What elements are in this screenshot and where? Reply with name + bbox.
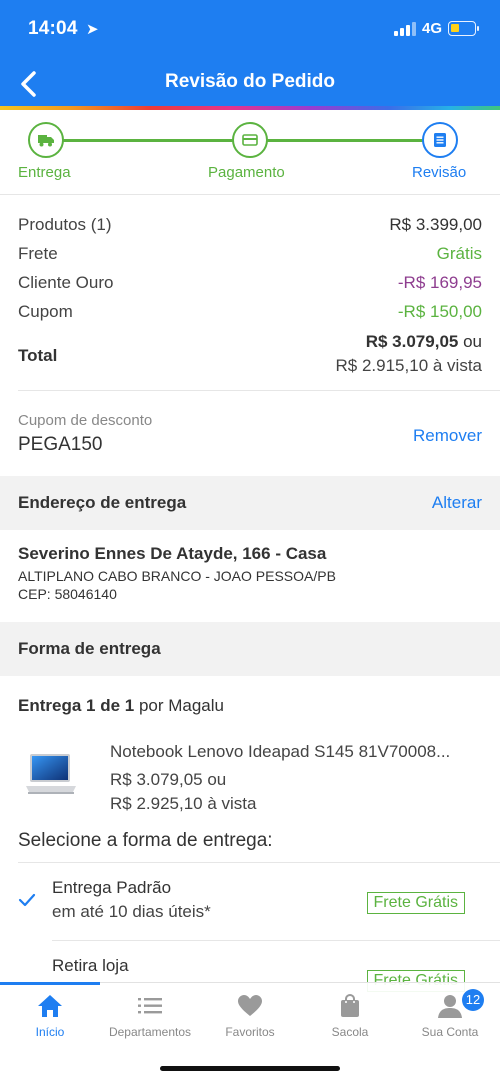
delivery-count: Entrega 1 de 1 por Magalu bbox=[18, 696, 224, 716]
summary-row-products: Produtos (1) R$ 3.399,00 bbox=[18, 212, 482, 241]
step-entrega[interactable] bbox=[28, 122, 64, 158]
tab-inicio[interactable]: Início bbox=[0, 983, 100, 1045]
delivery-address: Severino Ennes De Atayde, 166 - Casa ALT… bbox=[18, 544, 488, 602]
shipping-section-header: Forma de entrega bbox=[0, 622, 500, 676]
coupon-block: Cupom de desconto PEGA150 Remover bbox=[18, 406, 482, 466]
card-icon bbox=[242, 134, 258, 146]
home-indicator bbox=[160, 1066, 340, 1071]
nav-bar: Revisão do Pedido bbox=[0, 62, 500, 106]
page-title: Revisão do Pedido bbox=[165, 71, 335, 92]
address-district: ALTIPLANO CABO BRANCO - JOAO PESSOA/PB bbox=[18, 568, 336, 584]
tab-label: Departamentos bbox=[108, 1025, 192, 1039]
products-label: Produtos (1) bbox=[18, 215, 112, 234]
summary-row-gold: Cliente Ouro -R$ 169,95 bbox=[18, 270, 482, 299]
home-icon bbox=[38, 995, 62, 1017]
step-label-entrega: Entrega bbox=[18, 164, 71, 181]
coupon-code: PEGA150 bbox=[18, 434, 103, 455]
step-revisao[interactable] bbox=[422, 122, 458, 158]
step-label-pagamento: Pagamento bbox=[208, 164, 285, 181]
coupon-label: Cupom bbox=[18, 302, 73, 321]
product-name: Notebook Lenovo Ideapad S145 81V70008... bbox=[110, 742, 451, 761]
status-bar: 14:04 ➤ 4G bbox=[0, 0, 500, 58]
tab-label: Sua Conta bbox=[421, 1025, 479, 1039]
truck-icon bbox=[38, 135, 54, 147]
option-title: Entrega Padrão bbox=[52, 878, 172, 897]
check-icon bbox=[18, 893, 36, 907]
shipping-section-title: Forma de entrega bbox=[18, 639, 161, 658]
step-label-revisao: Revisão bbox=[412, 164, 467, 181]
shipping-value: Grátis bbox=[436, 244, 482, 263]
menu-icon bbox=[138, 998, 162, 1014]
signal-icon bbox=[394, 22, 416, 36]
total-or: ou bbox=[458, 332, 482, 351]
divider bbox=[18, 390, 500, 391]
app-header: 14:04 ➤ 4G Revisão do Pedido bbox=[0, 0, 500, 108]
tab-label: Início bbox=[35, 1025, 65, 1039]
tab-sua-conta[interactable]: 12 Sua Conta bbox=[400, 983, 500, 1045]
total-value: R$ 3.079,05 ou bbox=[366, 332, 482, 352]
status-time: 14:04 bbox=[28, 18, 78, 39]
product-item[interactable]: Notebook Lenovo Ideapad S145 81V70008...… bbox=[0, 736, 500, 826]
tab-label: Sacola bbox=[331, 1025, 369, 1039]
delivery-count-seller: por Magalu bbox=[134, 696, 224, 715]
products-value: R$ 3.399,00 bbox=[389, 215, 482, 234]
product-price: R$ 3.079,05 ou bbox=[110, 770, 227, 789]
free-shipping-badge: Frete Grátis bbox=[366, 892, 465, 914]
tab-favoritos[interactable]: Favoritos bbox=[200, 983, 300, 1045]
heart-icon bbox=[238, 995, 262, 1016]
address-section-title: Endereço de entrega bbox=[18, 493, 187, 512]
divider bbox=[18, 862, 500, 863]
gold-value: -R$ 169,95 bbox=[397, 273, 482, 292]
network-type: 4G bbox=[422, 20, 443, 37]
total-label: Total bbox=[18, 346, 58, 365]
order-summary: Produtos (1) R$ 3.399,00 Frete Grátis Cl… bbox=[18, 212, 482, 388]
checkout-stepper: Entrega Pagamento Revisão bbox=[0, 112, 500, 194]
divider bbox=[52, 940, 500, 941]
address-section-header: Endereço de entrega Alterar bbox=[0, 476, 500, 530]
remove-coupon-link[interactable]: Remover bbox=[413, 426, 482, 446]
bag-icon bbox=[341, 993, 359, 1017]
gold-label: Cliente Ouro bbox=[18, 273, 114, 292]
coupon-field-label: Cupom de desconto bbox=[18, 412, 153, 429]
choose-shipping-label: Selecione a forma de entrega: bbox=[18, 830, 273, 851]
summary-row-total: Total R$ 3.079,05 ou R$ 2.915,10 à vista bbox=[18, 328, 482, 388]
tab-label: Favoritos bbox=[225, 1025, 275, 1039]
address-zip: CEP: 58046140 bbox=[18, 586, 117, 602]
coupon-value: -R$ 150,00 bbox=[397, 302, 482, 321]
list-icon bbox=[434, 133, 446, 147]
total-amount: R$ 3.079,05 bbox=[365, 332, 459, 351]
user-icon bbox=[438, 995, 462, 1018]
total-cash: R$ 2.915,10 à vista bbox=[335, 356, 482, 375]
shipping-label: Frete bbox=[18, 244, 58, 263]
battery-icon bbox=[448, 21, 479, 36]
option-subtitle: em até 10 dias úteis* bbox=[52, 902, 211, 921]
divider bbox=[0, 194, 500, 195]
summary-row-coupon: Cupom -R$ 150,00 bbox=[18, 299, 482, 328]
product-cash-price: R$ 2.925,10 à vista bbox=[110, 794, 257, 813]
address-street: Severino Ennes De Atayde, 166 - Casa bbox=[18, 544, 327, 563]
account-badge: 12 bbox=[462, 989, 484, 1011]
tab-sacola[interactable]: Sacola bbox=[300, 983, 400, 1045]
tab-departamentos[interactable]: Departamentos bbox=[100, 983, 200, 1045]
option-title: Retira loja bbox=[52, 956, 129, 975]
location-icon: ➤ bbox=[86, 21, 99, 38]
laptop-image bbox=[26, 754, 76, 794]
summary-row-shipping: Frete Grátis bbox=[18, 241, 482, 270]
shipping-option-standard[interactable]: Entrega Padrão em até 10 dias úteis* Fre… bbox=[0, 866, 500, 936]
change-address-link[interactable]: Alterar bbox=[432, 493, 482, 513]
rainbow-divider bbox=[0, 106, 500, 110]
delivery-count-prefix: Entrega 1 de 1 bbox=[18, 696, 135, 715]
step-pagamento[interactable] bbox=[232, 122, 268, 158]
